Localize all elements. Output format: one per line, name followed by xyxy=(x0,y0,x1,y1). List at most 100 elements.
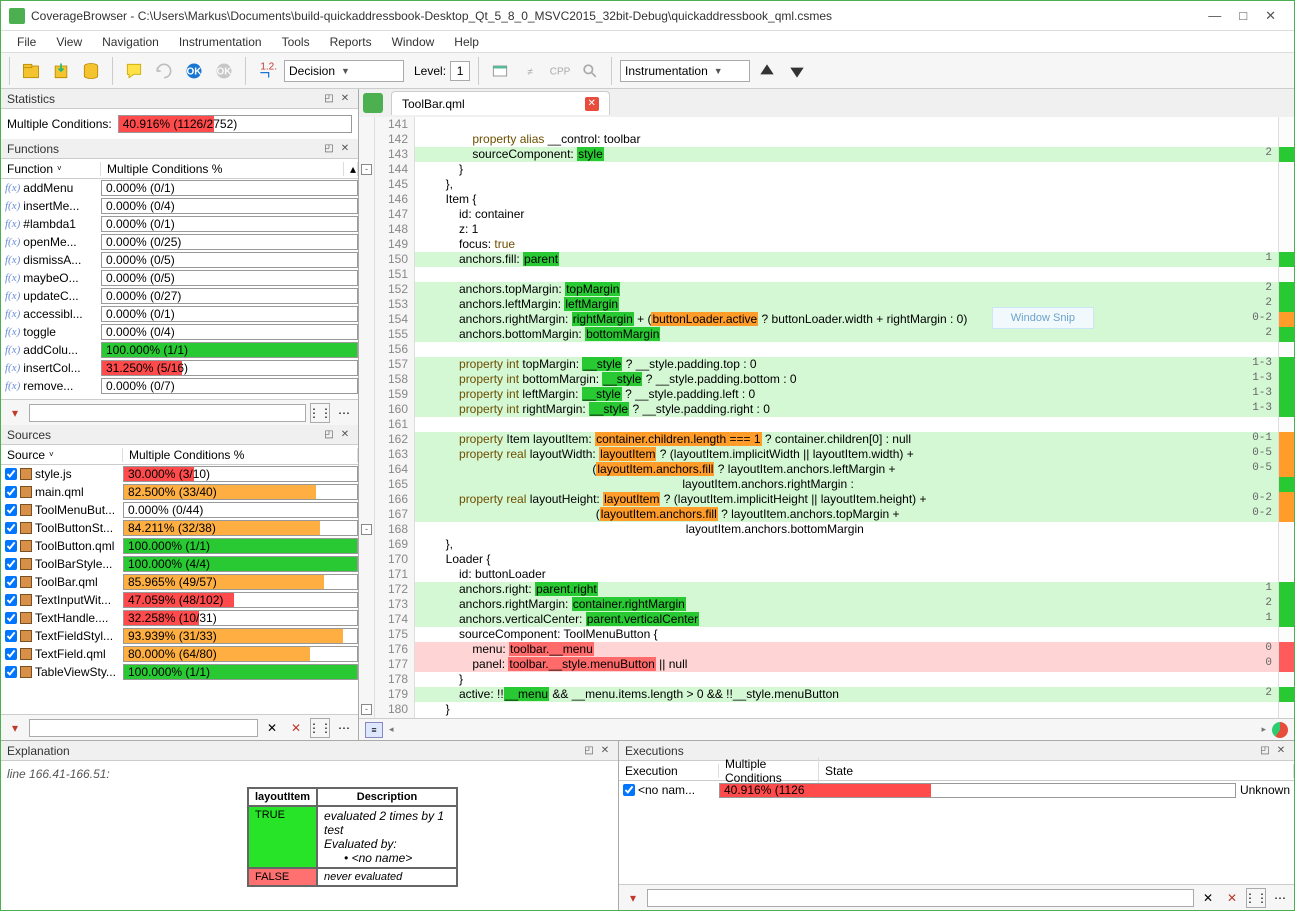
close-panel-icon[interactable]: ✕ xyxy=(338,92,352,106)
function-row[interactable]: f(x)remove...0.000% (0/7) xyxy=(1,377,358,395)
comment-icon[interactable] xyxy=(121,58,147,84)
more-icon[interactable]: ⋯ xyxy=(334,718,354,738)
import-icon[interactable] xyxy=(48,58,74,84)
menu-instrumentation[interactable]: Instrumentation xyxy=(169,33,272,51)
list-config-icon[interactable]: ⋮⋮ xyxy=(1246,888,1266,908)
execution-row[interactable]: <no nam... 40.916% (1126 Unknown xyxy=(619,781,1294,799)
function-row[interactable]: f(x)addColu...100.000% (1/1) xyxy=(1,341,358,359)
close-panel-icon[interactable]: ✕ xyxy=(338,142,352,156)
ok-icon[interactable]: OK xyxy=(181,58,207,84)
clear-red-icon[interactable]: ✕ xyxy=(1222,888,1242,908)
menu-view[interactable]: View xyxy=(46,33,92,51)
clear-icon[interactable]: ✕ xyxy=(262,718,282,738)
undock-icon[interactable]: ◰ xyxy=(582,744,596,758)
list-config-icon[interactable]: ⋮⋮ xyxy=(310,403,330,423)
function-row[interactable]: f(x)accessibl...0.000% (0/1) xyxy=(1,305,358,323)
function-row[interactable]: f(x)openMe...0.000% (0/25) xyxy=(1,233,358,251)
coverage-indicator-icon[interactable] xyxy=(1272,722,1288,738)
maximize-button[interactable]: □ xyxy=(1239,8,1247,24)
function-row[interactable]: f(x)addMenu0.000% (0/1) xyxy=(1,179,358,197)
explanation-true-cell: TRUE xyxy=(248,806,317,868)
list-config-icon[interactable]: ⋮⋮ xyxy=(310,718,330,738)
more-icon[interactable]: ⋯ xyxy=(1270,888,1290,908)
line-wrap-icon[interactable]: ≡ xyxy=(365,722,383,738)
scroll-up[interactable]: ▴ xyxy=(344,162,358,176)
code-area[interactable]: --- 141142143144145146147148149150151152… xyxy=(359,117,1294,718)
cpp-icon[interactable]: CPP xyxy=(547,58,573,84)
function-row[interactable]: f(x)maybeO...0.000% (0/5) xyxy=(1,269,358,287)
more-icon[interactable]: ⋯ xyxy=(334,403,354,423)
undock-icon[interactable]: ◰ xyxy=(322,142,336,156)
zoom-icon[interactable] xyxy=(577,58,603,84)
view-mode-combo[interactable]: Instrumentation ▼ xyxy=(620,60,750,82)
function-row[interactable]: f(x)updateC...0.000% (0/27) xyxy=(1,287,358,305)
menu-navigation[interactable]: Navigation xyxy=(92,33,169,51)
ok-disabled-icon[interactable]: OK xyxy=(211,58,237,84)
funnel-icon[interactable]: ▾ xyxy=(5,403,25,423)
sources-list[interactable]: style.js30.000% (3/10)main.qml82.500% (3… xyxy=(1,465,358,714)
function-row[interactable]: f(x)insertMe...0.000% (0/4) xyxy=(1,197,358,215)
scroll-right-icon[interactable]: ▸ xyxy=(1261,724,1266,735)
source-row[interactable]: TableViewSty...100.000% (1/1) xyxy=(1,663,358,681)
source-row[interactable]: ToolButtonSt...84.211% (32/38) xyxy=(1,519,358,537)
undock-icon[interactable]: ◰ xyxy=(322,428,336,442)
not-equal-icon[interactable]: ≠ xyxy=(517,58,543,84)
coverage-mode-combo[interactable]: Decision ▼ xyxy=(284,60,404,82)
minimize-button[interactable]: — xyxy=(1208,8,1221,24)
functions-filter-input[interactable] xyxy=(29,404,306,422)
source-file-icon xyxy=(363,93,383,113)
source-row[interactable]: style.js30.000% (3/10) xyxy=(1,465,358,483)
executions-filter-input[interactable] xyxy=(647,889,1194,907)
explanation-false-cell: FALSE xyxy=(248,868,317,886)
function-row[interactable]: f(x)dismissA...0.000% (0/5) xyxy=(1,251,358,269)
numbered-icon[interactable]: 1.2.3. xyxy=(254,58,280,84)
statistics-header: Statistics ◰ ✕ xyxy=(1,89,358,109)
fold-gutter[interactable]: --- xyxy=(359,117,375,718)
source-row[interactable]: TextInputWit...47.059% (48/102) xyxy=(1,591,358,609)
code-body[interactable]: property alias __control: toolbar source… xyxy=(415,117,1278,718)
svg-text:OK: OK xyxy=(217,66,233,77)
scroll-left-icon[interactable]: ◂ xyxy=(389,724,394,735)
close-panel-icon[interactable]: ✕ xyxy=(338,428,352,442)
source-row[interactable]: ToolBarStyle...100.000% (4/4) xyxy=(1,555,358,573)
arrow-down-icon[interactable] xyxy=(784,58,810,84)
menu-window[interactable]: Window xyxy=(382,33,445,51)
close-tab-icon[interactable]: ✕ xyxy=(585,97,599,111)
arrow-up-icon[interactable] xyxy=(754,58,780,84)
source-row[interactable]: TextFieldStyl...93.939% (31/33) xyxy=(1,627,358,645)
undock-icon[interactable]: ◰ xyxy=(322,92,336,106)
menu-file[interactable]: File xyxy=(7,33,46,51)
explanation-body: line 166.41-166.51: layoutItem Descripti… xyxy=(1,761,618,910)
refresh-icon[interactable] xyxy=(151,58,177,84)
undock-icon[interactable]: ◰ xyxy=(1258,744,1272,758)
menu-tools[interactable]: Tools xyxy=(272,33,320,51)
sources-filter-input[interactable] xyxy=(29,719,258,737)
functions-list[interactable]: f(x)addMenu0.000% (0/1)f(x)insertMe...0.… xyxy=(1,179,358,399)
statistics-label: Multiple Conditions: xyxy=(7,117,112,131)
source-row[interactable]: main.qml82.500% (33/40) xyxy=(1,483,358,501)
function-row[interactable]: f(x)insertCol...31.250% (5/16) xyxy=(1,359,358,377)
menu-help[interactable]: Help xyxy=(444,33,489,51)
function-row[interactable]: f(x)toggle0.000% (0/4) xyxy=(1,323,358,341)
close-button[interactable]: ✕ xyxy=(1265,8,1276,24)
clear-icon[interactable]: ✕ xyxy=(1198,888,1218,908)
source-row[interactable]: TextField.qml80.000% (64/80) xyxy=(1,645,358,663)
open-db-icon[interactable] xyxy=(18,58,44,84)
source-row[interactable]: ToolButton.qml100.000% (1/1) xyxy=(1,537,358,555)
funnel-icon[interactable]: ▾ xyxy=(5,718,25,738)
source-row[interactable]: ToolBar.qml85.965% (49/57) xyxy=(1,573,358,591)
source-tab[interactable]: ToolBar.qml ✕ xyxy=(391,91,610,115)
function-row[interactable]: f(x)#lambda10.000% (0/1) xyxy=(1,215,358,233)
level-spinner[interactable]: 1 xyxy=(450,61,470,81)
source-row[interactable]: TextHandle....32.258% (10/31) xyxy=(1,609,358,627)
source-row[interactable]: ToolMenuBut...0.000% (0/44) xyxy=(1,501,358,519)
funnel-icon[interactable]: ▾ xyxy=(623,888,643,908)
menu-reports[interactable]: Reports xyxy=(320,33,382,51)
overview-strip[interactable] xyxy=(1278,117,1294,718)
close-panel-icon[interactable]: ✕ xyxy=(598,744,612,758)
new-window-icon[interactable] xyxy=(487,58,513,84)
clear-red-icon[interactable]: ✕ xyxy=(286,718,306,738)
close-panel-icon[interactable]: ✕ xyxy=(1274,744,1288,758)
execution-checkbox[interactable] xyxy=(623,784,635,796)
db-stack-icon[interactable] xyxy=(78,58,104,84)
